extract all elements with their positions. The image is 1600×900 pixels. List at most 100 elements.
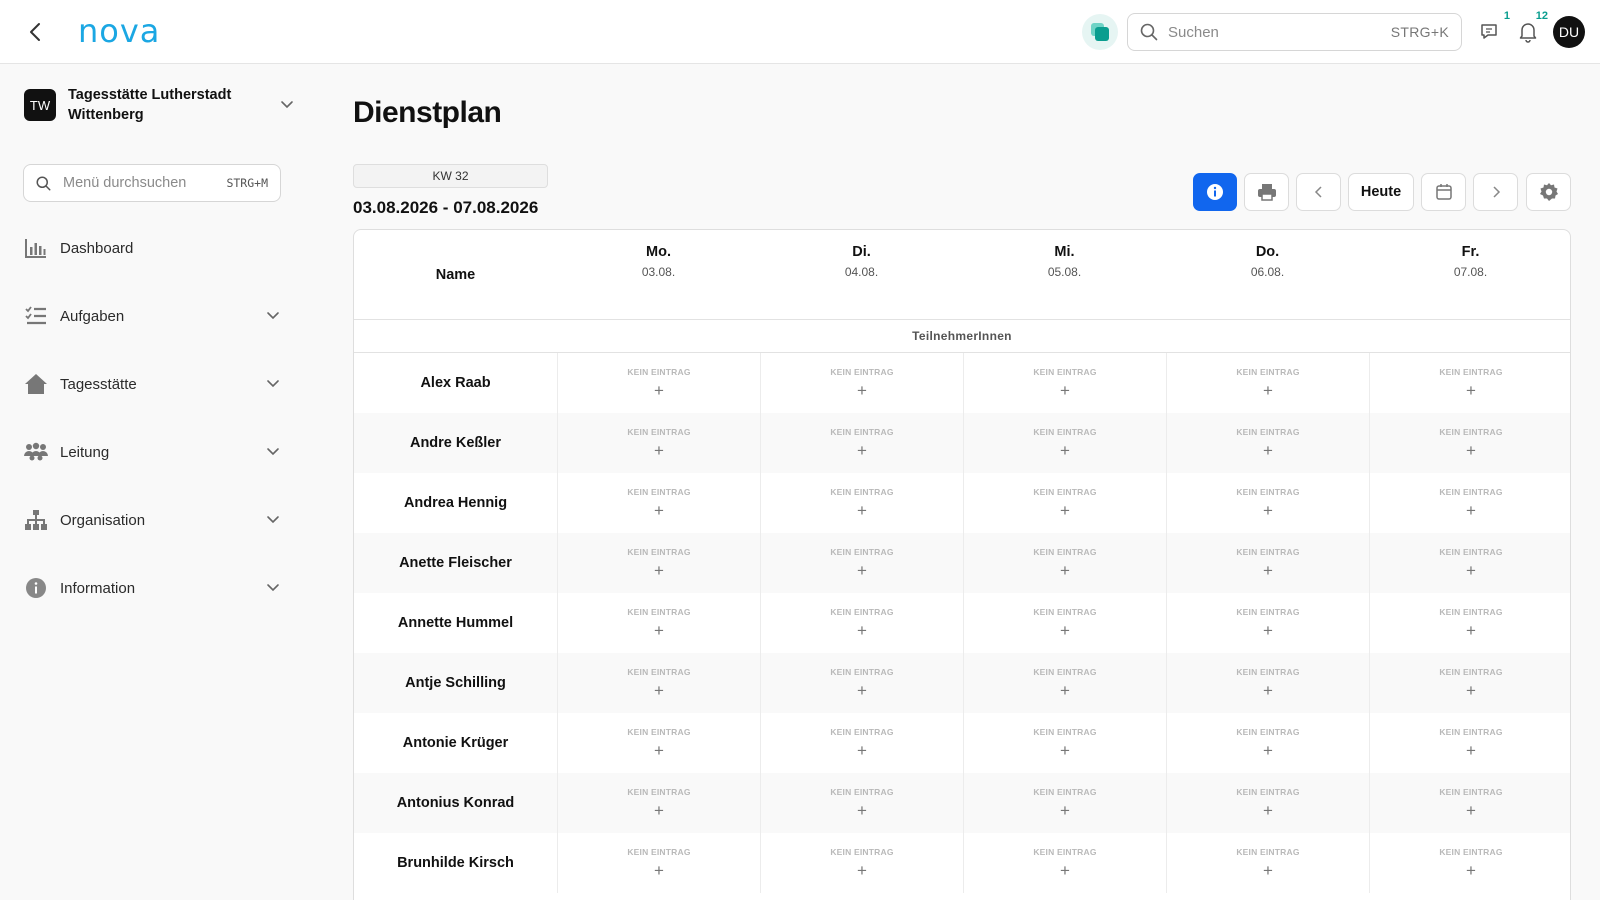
add-entry-icon[interactable]: + (761, 682, 963, 699)
schedule-cell[interactable]: KEIN EINTRAG + (760, 773, 963, 833)
schedule-cell[interactable]: KEIN EINTRAG + (760, 593, 963, 653)
schedule-cell[interactable]: KEIN EINTRAG + (557, 353, 760, 413)
add-entry-icon[interactable]: + (1370, 442, 1570, 459)
add-entry-icon[interactable]: + (558, 622, 760, 639)
add-entry-icon[interactable]: + (1167, 382, 1369, 399)
add-entry-icon[interactable]: + (558, 442, 760, 459)
sidebar-item-leitung[interactable]: Leitung (24, 438, 280, 466)
previous-week-button[interactable] (1296, 173, 1341, 211)
global-search-input[interactable]: Suchen STRG+K (1127, 13, 1462, 51)
schedule-cell[interactable]: KEIN EINTRAG + (1166, 473, 1369, 533)
schedule-cell[interactable]: KEIN EINTRAG + (760, 413, 963, 473)
schedule-cell[interactable]: KEIN EINTRAG + (557, 773, 760, 833)
menu-search-input[interactable]: Menü durchsuchen STRG+M (23, 164, 281, 202)
add-entry-icon[interactable]: + (1370, 742, 1570, 759)
schedule-cell[interactable]: KEIN EINTRAG + (557, 653, 760, 713)
add-entry-icon[interactable]: + (964, 442, 1166, 459)
add-entry-icon[interactable]: + (1370, 802, 1570, 819)
schedule-cell[interactable]: KEIN EINTRAG + (963, 593, 1166, 653)
add-entry-icon[interactable]: + (761, 442, 963, 459)
add-entry-icon[interactable]: + (1370, 382, 1570, 399)
add-entry-icon[interactable]: + (558, 682, 760, 699)
app-switcher-button[interactable] (1082, 14, 1118, 50)
schedule-cell[interactable]: KEIN EINTRAG + (1369, 533, 1570, 593)
next-week-button[interactable] (1473, 173, 1518, 211)
sidebar-item-aufgaben[interactable]: Aufgaben (24, 302, 280, 330)
schedule-cell[interactable]: KEIN EINTRAG + (963, 833, 1166, 893)
schedule-cell[interactable]: KEIN EINTRAG + (1166, 773, 1369, 833)
schedule-cell[interactable]: KEIN EINTRAG + (1166, 653, 1369, 713)
add-entry-icon[interactable]: + (761, 862, 963, 879)
add-entry-icon[interactable]: + (1370, 502, 1570, 519)
add-entry-icon[interactable]: + (964, 562, 1166, 579)
add-entry-icon[interactable]: + (1370, 682, 1570, 699)
user-avatar[interactable]: DU (1553, 16, 1585, 48)
add-entry-icon[interactable]: + (1167, 802, 1369, 819)
sidebar-item-dashboard[interactable]: Dashboard (24, 234, 280, 262)
schedule-cell[interactable]: KEIN EINTRAG + (963, 473, 1166, 533)
add-entry-icon[interactable]: + (1370, 562, 1570, 579)
add-entry-icon[interactable]: + (761, 382, 963, 399)
calendar-picker-button[interactable] (1421, 173, 1466, 211)
add-entry-icon[interactable]: + (761, 502, 963, 519)
sidebar-item-tagesstaette[interactable]: Tagesstätte (24, 370, 280, 398)
schedule-cell[interactable]: KEIN EINTRAG + (1166, 533, 1369, 593)
schedule-cell[interactable]: KEIN EINTRAG + (760, 533, 963, 593)
schedule-cell[interactable]: KEIN EINTRAG + (1369, 593, 1570, 653)
schedule-cell[interactable]: KEIN EINTRAG + (1166, 353, 1369, 413)
schedule-cell[interactable]: KEIN EINTRAG + (963, 773, 1166, 833)
sidebar-item-organisation[interactable]: Organisation (24, 506, 280, 534)
schedule-cell[interactable]: KEIN EINTRAG + (963, 353, 1166, 413)
schedule-cell[interactable]: KEIN EINTRAG + (1369, 653, 1570, 713)
schedule-cell[interactable]: KEIN EINTRAG + (963, 533, 1166, 593)
add-entry-icon[interactable]: + (761, 802, 963, 819)
schedule-cell[interactable]: KEIN EINTRAG + (760, 353, 963, 413)
add-entry-icon[interactable]: + (964, 502, 1166, 519)
add-entry-icon[interactable]: + (1167, 562, 1369, 579)
add-entry-icon[interactable]: + (558, 562, 760, 579)
add-entry-icon[interactable]: + (964, 802, 1166, 819)
schedule-cell[interactable]: KEIN EINTRAG + (557, 593, 760, 653)
add-entry-icon[interactable]: + (1167, 442, 1369, 459)
print-button[interactable] (1244, 173, 1289, 211)
add-entry-icon[interactable]: + (964, 682, 1166, 699)
messages-button[interactable]: 1 (1476, 10, 1510, 46)
sidebar-item-information[interactable]: Information (24, 574, 280, 602)
app-logo[interactable]: nova (78, 12, 160, 50)
add-entry-icon[interactable]: + (1167, 502, 1369, 519)
add-entry-icon[interactable]: + (761, 562, 963, 579)
add-entry-icon[interactable]: + (1167, 682, 1369, 699)
schedule-cell[interactable]: KEIN EINTRAG + (1166, 833, 1369, 893)
add-entry-icon[interactable]: + (964, 862, 1166, 879)
schedule-cell[interactable]: KEIN EINTRAG + (1166, 713, 1369, 773)
schedule-cell[interactable]: KEIN EINTRAG + (1369, 833, 1570, 893)
add-entry-icon[interactable]: + (964, 742, 1166, 759)
add-entry-icon[interactable]: + (1167, 742, 1369, 759)
add-entry-icon[interactable]: + (1167, 862, 1369, 879)
add-entry-icon[interactable]: + (558, 862, 760, 879)
organization-switcher[interactable]: TW Tagesstätte Lutherstadt Wittenberg (24, 84, 294, 126)
schedule-cell[interactable]: KEIN EINTRAG + (557, 473, 760, 533)
notifications-button[interactable]: 12 (1514, 10, 1548, 46)
schedule-cell[interactable]: KEIN EINTRAG + (557, 713, 760, 773)
today-button[interactable]: Heute (1348, 173, 1414, 211)
add-entry-icon[interactable]: + (964, 382, 1166, 399)
schedule-cell[interactable]: KEIN EINTRAG + (963, 713, 1166, 773)
schedule-cell[interactable]: KEIN EINTRAG + (1369, 773, 1570, 833)
schedule-cell[interactable]: KEIN EINTRAG + (760, 473, 963, 533)
schedule-cell[interactable]: KEIN EINTRAG + (1369, 473, 1570, 533)
schedule-cell[interactable]: KEIN EINTRAG + (1369, 713, 1570, 773)
schedule-cell[interactable]: KEIN EINTRAG + (760, 713, 963, 773)
add-entry-icon[interactable]: + (558, 382, 760, 399)
back-button[interactable] (22, 18, 48, 46)
add-entry-icon[interactable]: + (761, 742, 963, 759)
schedule-cell[interactable]: KEIN EINTRAG + (1369, 353, 1570, 413)
add-entry-icon[interactable]: + (558, 742, 760, 759)
settings-button[interactable] (1526, 173, 1571, 211)
schedule-cell[interactable]: KEIN EINTRAG + (760, 833, 963, 893)
schedule-cell[interactable]: KEIN EINTRAG + (1166, 593, 1369, 653)
schedule-cell[interactable]: KEIN EINTRAG + (1369, 413, 1570, 473)
add-entry-icon[interactable]: + (1370, 622, 1570, 639)
schedule-cell[interactable]: KEIN EINTRAG + (963, 413, 1166, 473)
add-entry-icon[interactable]: + (761, 622, 963, 639)
